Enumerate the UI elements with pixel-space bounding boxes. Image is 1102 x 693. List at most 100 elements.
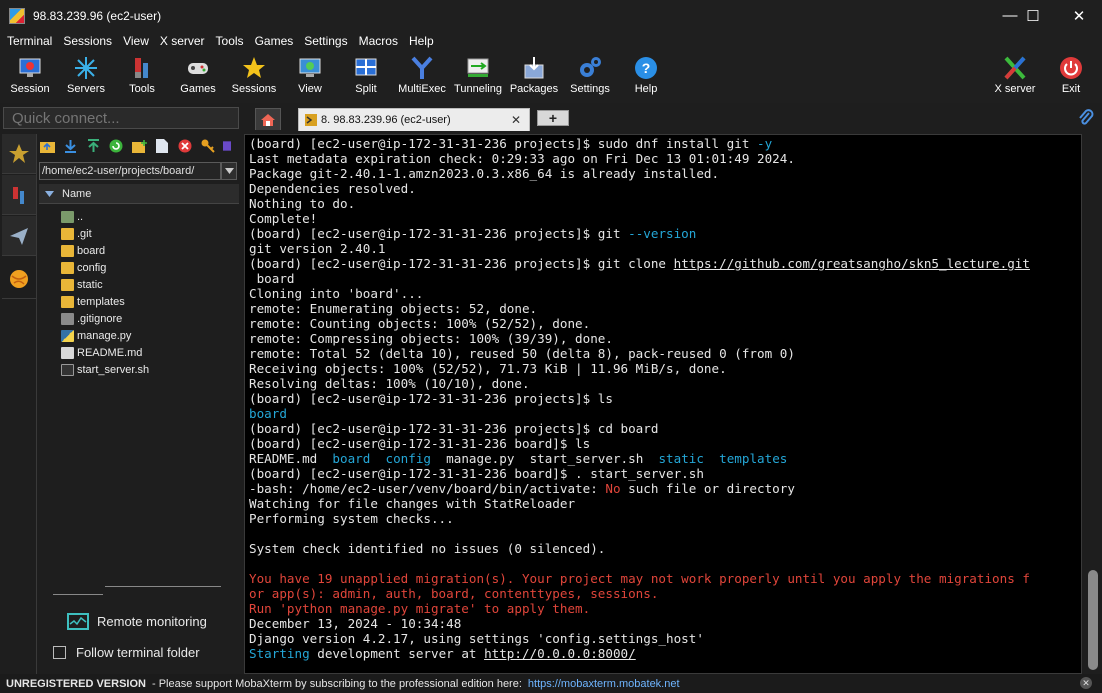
view-icon	[299, 58, 321, 77]
new-file-icon[interactable]	[154, 138, 170, 154]
menu-x-server[interactable]: X server	[156, 34, 209, 48]
download-icon[interactable]	[62, 138, 78, 154]
terminal-line: Complete!	[249, 211, 1081, 226]
file-row[interactable]: .gitignore	[61, 310, 239, 327]
menu-help[interactable]: Help	[405, 34, 438, 48]
maximize-button[interactable]: ☐	[1010, 0, 1056, 31]
close-button[interactable]: ✕	[1056, 0, 1102, 31]
menu-view[interactable]: View	[119, 34, 153, 48]
file-row[interactable]: config	[61, 259, 239, 276]
session-tool-button[interactable]: Session	[2, 53, 58, 101]
terminal-text: No	[605, 481, 621, 496]
menu-sessions[interactable]: Sessions	[59, 34, 116, 48]
text-icon[interactable]	[223, 138, 231, 154]
packages-icon	[524, 57, 544, 79]
file-row[interactable]: README.md	[61, 344, 239, 361]
parent-folder-icon[interactable]	[39, 138, 55, 154]
checkbox[interactable]	[53, 645, 66, 659]
xserver-tool-button[interactable]: X server	[987, 53, 1043, 101]
terminal-scrollbar[interactable]	[1084, 134, 1102, 674]
file-icon	[61, 363, 74, 376]
help-tool-button[interactable]: ? Help	[618, 53, 674, 101]
multiexec-tool-button[interactable]: MultiExec	[394, 53, 450, 101]
remote-monitoring-button[interactable]: Remote monitoring	[67, 610, 207, 632]
key-icon[interactable]	[200, 138, 216, 154]
menu-macros[interactable]: Macros	[355, 34, 402, 48]
scrollbar-thumb[interactable]	[1088, 570, 1098, 670]
terminal-text: Django version 4.2.17, using settings 'c…	[249, 631, 704, 646]
terminal-line: README.md board config manage.py start_s…	[249, 451, 1081, 466]
home-icon	[261, 113, 275, 126]
file-row[interactable]: static	[61, 276, 239, 293]
tab-session[interactable]: 8. 98.83.239.96 (ec2-user) ✕	[298, 108, 530, 131]
close-tab-icon[interactable]: ✕	[511, 113, 521, 127]
file-row[interactable]: manage.py	[61, 327, 239, 344]
terminal-text: You have 19 unapplied migration(s). Your…	[249, 571, 1030, 586]
mobatek-link[interactable]: https://mobaxterm.mobatek.net	[528, 678, 680, 690]
terminal-text: Receiving objects: 100% (52/52), 71.73 K…	[249, 361, 727, 376]
terminal-text: remote: Compressing objects: 100% (39/39…	[249, 331, 613, 346]
paperclip-icon[interactable]	[1078, 109, 1094, 132]
terminal-text: -y	[757, 136, 773, 151]
menu-bar: Terminal Sessions View X server Tools Ga…	[0, 31, 1102, 51]
view-tool-button[interactable]: View	[282, 53, 338, 101]
new-folder-icon[interactable]	[131, 138, 147, 154]
terminal-text: remote: Counting objects: 100% (52/52), …	[249, 316, 591, 331]
path-dropdown[interactable]	[221, 162, 237, 180]
tunneling-tool-button[interactable]: Tunneling	[450, 53, 506, 101]
file-row[interactable]: board	[61, 242, 239, 259]
window-title: 98.83.239.96 (ec2-user)	[33, 8, 162, 23]
terminal-text: (board) [ec2-user@ip-172-31-31-236 board…	[249, 436, 591, 451]
menu-terminal[interactable]: Terminal	[3, 34, 56, 48]
menu-tools[interactable]: Tools	[212, 34, 248, 48]
file-row[interactable]: templates	[61, 293, 239, 310]
home-tab[interactable]	[255, 108, 281, 130]
close-status-icon[interactable]: ✕	[1080, 677, 1092, 689]
terminal-text: Run 'python manage.py migrate' to apply …	[249, 601, 591, 616]
delete-icon[interactable]	[177, 138, 193, 154]
refresh-icon[interactable]	[108, 138, 124, 154]
upload-icon[interactable]	[85, 138, 101, 154]
sessions-tool-button[interactable]: Sessions	[226, 53, 282, 101]
new-tab-button[interactable]: +	[537, 110, 569, 126]
terminal-text[interactable]: http://0.0.0.0:8000/	[484, 646, 636, 661]
file-name: config	[77, 261, 107, 274]
sftp-panel: /home/ec2-user/projects/board/ Name .. .g…	[36, 134, 240, 674]
tools-icon	[135, 58, 148, 78]
terminal-line: Watching for file changes with StatReloa…	[249, 496, 1081, 511]
tools-tool-button[interactable]: Tools	[114, 53, 170, 101]
terminal-text[interactable]: https://github.com/greatsangho/skn5_lect…	[674, 256, 1030, 271]
tunneling-icon	[467, 58, 489, 77]
file-row[interactable]: start_server.sh	[61, 361, 239, 378]
divider	[105, 586, 221, 587]
terminal-text: (board) [ec2-user@ip-172-31-31-236 proje…	[249, 421, 659, 436]
sidetab-macros[interactable]	[2, 216, 36, 256]
follow-terminal-folder-checkbox[interactable]: Follow terminal folder	[53, 644, 200, 660]
menu-settings[interactable]: Settings	[300, 34, 351, 48]
servers-tool-button[interactable]: Servers	[58, 53, 114, 101]
packages-tool-button[interactable]: Packages	[506, 53, 562, 101]
quick-connect-input[interactable]	[3, 107, 239, 129]
menu-games[interactable]: Games	[251, 34, 298, 48]
file-list-header[interactable]: Name	[39, 184, 239, 204]
sidetab-tools[interactable]	[2, 175, 36, 215]
gamepad-icon	[188, 63, 208, 74]
games-tool-button[interactable]: Games	[170, 53, 226, 101]
terminal-text: System check identified no issues (0 sil…	[249, 541, 606, 556]
terminal-text: board	[332, 451, 371, 466]
file-row[interactable]: ..	[61, 208, 239, 225]
multiexec-icon	[411, 56, 433, 79]
split-tool-button[interactable]: Split	[338, 53, 394, 101]
sidetab-sessions[interactable]	[2, 134, 36, 174]
terminal-line: or app(s): admin, auth, board, contentty…	[249, 586, 1081, 601]
sidetab-sftp[interactable]	[2, 259, 36, 299]
file-row[interactable]: .git	[61, 225, 239, 242]
exit-tool-button[interactable]: Exit	[1043, 53, 1099, 101]
sftp-path-field[interactable]: /home/ec2-user/projects/board/	[39, 162, 221, 180]
title-bar: 98.83.239.96 (ec2-user) — ☐ ✕	[0, 0, 1102, 31]
terminal-line: (board) [ec2-user@ip-172-31-31-236 proje…	[249, 256, 1081, 271]
file-name: start_server.sh	[77, 363, 150, 376]
settings-tool-button[interactable]: Settings	[562, 53, 618, 101]
terminal-view[interactable]: (board) [ec2-user@ip-172-31-31-236 proje…	[244, 134, 1082, 674]
